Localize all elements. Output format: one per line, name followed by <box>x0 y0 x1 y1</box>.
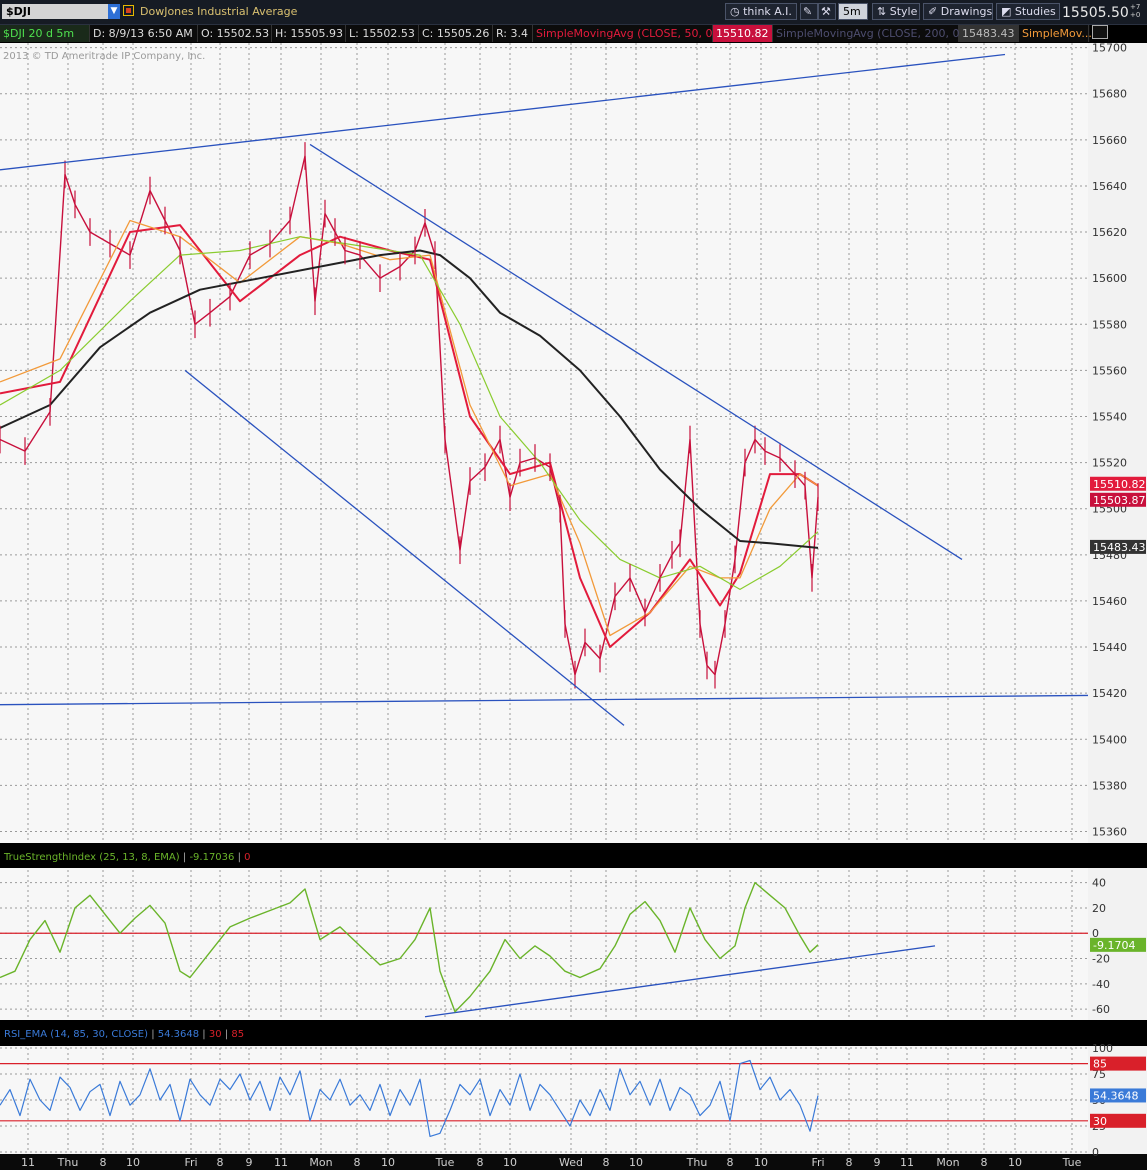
tsi-y-tick: 20 <box>1092 902 1106 915</box>
tsi-y-tick: -20 <box>1092 953 1110 966</box>
tsi-badge-current: -9.1704 <box>1093 939 1135 952</box>
x-tick-label: 8 <box>846 1156 853 1169</box>
x-tick-label: 8 <box>727 1156 734 1169</box>
price-y-tick: 15380 <box>1092 779 1127 792</box>
x-tick-label: Tue <box>435 1156 455 1169</box>
price-badge-sma50: 15510.82 <box>1093 478 1146 491</box>
rsi-current-value: 54.3648 <box>157 1029 200 1040</box>
price-y-tick: 15440 <box>1092 641 1127 654</box>
tsi-y-tick: -40 <box>1092 978 1110 991</box>
x-tick-label: 10 <box>381 1156 395 1169</box>
price-y-tick: 15600 <box>1092 272 1127 285</box>
x-tick-label: Mon <box>309 1156 332 1169</box>
price-panel-bg <box>0 43 1090 843</box>
price-y-tick: 15540 <box>1092 410 1127 423</box>
price-y-tick: 15560 <box>1092 364 1127 377</box>
rsi-badge-lower: 30 <box>1093 1115 1107 1128</box>
x-tick-label: Mon <box>936 1156 959 1169</box>
tsi-y-tick: 40 <box>1092 877 1106 890</box>
rsi-title[interactable]: RSI_EMA (14, 85, 30, CLOSE) <box>4 1029 148 1040</box>
copyright: 2013 © TD Ameritrade IP Company, Inc. <box>3 51 206 62</box>
price-y-tick: 15660 <box>1092 134 1127 147</box>
x-tick-label: 10 <box>503 1156 517 1169</box>
x-tick-label: 11 <box>274 1156 288 1169</box>
x-tick-label: 8 <box>981 1156 988 1169</box>
tsi-y-tick: -60 <box>1092 1003 1110 1016</box>
rsi-badge-upper: 85 <box>1093 1058 1107 1071</box>
price-axis-bg <box>1088 43 1147 843</box>
x-tick-label: Thu <box>686 1156 708 1169</box>
rsi-level-low: 30 <box>208 1029 222 1040</box>
x-tick-label: 8 <box>477 1156 484 1169</box>
x-tick-label: 10 <box>629 1156 643 1169</box>
x-tick-label: 8 <box>603 1156 610 1169</box>
x-tick-label: 10 <box>754 1156 768 1169</box>
tsi-current-value: -9.17036 <box>189 852 235 863</box>
x-tick-label: Fri <box>184 1156 197 1169</box>
x-tick-label: Thu <box>57 1156 79 1169</box>
price-y-tick: 15520 <box>1092 457 1127 470</box>
x-tick-label: Tue <box>1062 1156 1082 1169</box>
x-tick-label: 11 <box>900 1156 914 1169</box>
price-y-tick: 15400 <box>1092 733 1127 746</box>
tsi-panel-bg <box>0 868 1090 1020</box>
tsi-zero-badge: 0 <box>244 852 251 863</box>
price-y-tick: 15620 <box>1092 226 1127 239</box>
x-tick-label: 8 <box>354 1156 361 1169</box>
chart-canvas[interactable]: 11 Thu 8 10 Fri 8 9 11 Mon 8 10 Tue 8 10 Wed 8 10 Thu 8 10 F… <box>0 0 1147 1170</box>
price-y-tick: 15700 <box>1092 42 1127 55</box>
price-badge-close: 15503.87 <box>1093 494 1146 507</box>
rsi-y-tick: 0 <box>1092 1146 1099 1159</box>
x-tick-label: 10 <box>1008 1156 1022 1169</box>
price-y-tick: 15640 <box>1092 180 1127 193</box>
price-badge-sma200: 15483.43 <box>1093 541 1146 554</box>
rsi-badge-current: 54.3648 <box>1093 1089 1139 1102</box>
price-y-tick: 15580 <box>1092 318 1127 331</box>
tsi-header: TrueStrengthIndex (25, 13, 8, EMA) | -9.… <box>4 852 251 863</box>
price-y-tick: 15460 <box>1092 595 1127 608</box>
x-tick-label: 10 <box>126 1156 140 1169</box>
rsi-level-high: 85 <box>231 1029 245 1040</box>
rsi-y-tick: 100 <box>1092 1042 1113 1055</box>
rsi-header: RSI_EMA (14, 85, 30, CLOSE) | 54.3648 | … <box>4 1029 245 1040</box>
tsi-title[interactable]: TrueStrengthIndex (25, 13, 8, EMA) <box>4 852 180 863</box>
price-y-tick: 15360 <box>1092 825 1127 838</box>
x-tick-label: 11 <box>21 1156 35 1169</box>
x-tick-label: 9 <box>874 1156 881 1169</box>
x-tick-label: Fri <box>811 1156 824 1169</box>
x-tick-label: 8 <box>100 1156 107 1169</box>
price-y-tick: 15420 <box>1092 687 1127 700</box>
x-tick-label: Wed <box>559 1156 583 1169</box>
x-tick-label: 9 <box>246 1156 253 1169</box>
x-tick-label: 8 <box>217 1156 224 1169</box>
price-y-tick: 15680 <box>1092 88 1127 101</box>
